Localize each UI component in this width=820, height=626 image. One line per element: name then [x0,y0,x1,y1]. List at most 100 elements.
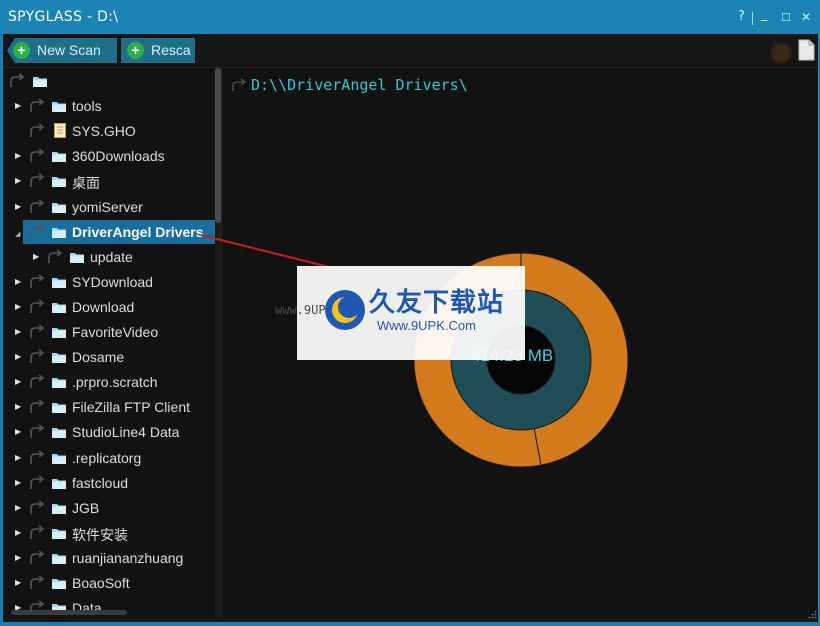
up-arrow-icon [10,73,25,87]
tree-item[interactable]: ▶ SYDownload [3,270,215,294]
expand-icon[interactable]: ▶ [15,527,25,539]
up-arrow-icon [30,550,45,564]
folder-tree[interactable]: ▶ tools SYS.GHO ▶ 360Downloads ▶ 桌面 ▶ yomiServer… [3,68,215,618]
up-arrow-icon [30,98,45,113]
up-arrow-icon [30,575,45,589]
client-area: + New Scan + Resca ▶ tools SYS.GHO ▶ 360Down… [3,34,818,622]
tree-horizontal-scrollbar[interactable] [11,610,127,615]
folder-icon [52,328,66,338]
tree-item[interactable]: ▶ update [3,245,215,269]
tree-item[interactable]: ▶ 软件安装 [3,521,215,545]
expand-icon[interactable]: ▶ [15,376,25,388]
tree-item-label: Dosame [72,349,125,366]
up-arrow-icon [30,474,45,489]
tree-item[interactable]: ▶ Download [3,295,215,319]
folder-icon [52,503,66,514]
expand-icon[interactable]: ▶ [15,326,25,338]
tree-item-label: .prpro.scratch [72,374,158,391]
expand-icon[interactable]: ▶ [15,201,25,213]
minimize-button[interactable]: _ [761,7,768,22]
close-button[interactable]: ✕ [801,10,811,24]
tree-item[interactable]: ▶ FileZilla FTP Client [3,395,215,419]
folder-icon [52,277,66,288]
new-scan-label: New Scan [37,42,101,58]
plus-icon: + [127,42,144,59]
expand-icon[interactable]: ▶ [15,351,25,363]
status-strip [3,617,818,622]
resize-grip-icon[interactable] [808,610,817,619]
expand-icon[interactable]: ▶ [15,100,25,112]
window-title: SPYGLASS - D:\ [8,9,119,25]
tree-item-label: tools [72,98,102,115]
pane-splitter[interactable] [221,68,222,622]
expand-icon[interactable]: ▶ [15,577,25,589]
tree-item[interactable]: ▶ JGB [3,496,215,520]
folder-icon [52,353,66,364]
expand-icon[interactable]: ▶ [15,477,25,489]
tree-root[interactable] [3,69,215,93]
folder-icon [70,252,84,263]
tree-item[interactable]: SYS.GHO [3,119,215,143]
tree-item-label: Download [72,298,135,315]
watermark-title: 久友下载站 [369,288,505,318]
tree-item[interactable]: ▶ fastcloud [3,471,215,495]
expand-icon[interactable]: ▶ [15,426,25,438]
rescan-label: Resca [151,42,191,58]
up-arrow-icon [48,249,63,263]
up-arrow-icon [30,223,45,238]
plus-icon: + [13,42,30,59]
up-arrow-icon [30,299,45,313]
new-scan-button[interactable]: + New Scan [7,38,117,63]
tree-item[interactable]: ▶ BoaoSoft [3,571,215,595]
up-arrow-icon [30,324,45,338]
tree-item-label: 软件安装 [72,526,128,543]
folder-icon [52,453,66,464]
tree-item-label: 360Downloads [72,148,165,165]
tree-item[interactable]: ▶ FavoriteVideo [3,320,215,344]
expand-icon[interactable]: ▶ [15,401,25,413]
tree-item-label: ruanjiananzhuang [72,549,184,566]
up-arrow-icon [30,198,45,213]
expand-icon[interactable]: ▶ [15,502,25,514]
tree-item[interactable]: ▶ StudioLine4 Data [3,420,215,444]
collapse-icon[interactable]: ◢ [15,229,25,241]
folder-icon [52,302,66,313]
expand-icon[interactable]: ▶ [15,452,25,464]
tree-item[interactable]: ▶ Dosame [3,345,215,369]
title-bar[interactable]: SPYGLASS - D:\ ? _ ☐ ✕ [0,0,820,34]
maximize-button[interactable]: ☐ [781,11,791,24]
folder-icon [52,177,66,188]
watermark: www.9UPK.com 久友下载站 Www.9UPK.Com [275,266,525,360]
expand-icon[interactable]: ▶ [15,175,25,187]
expand-icon[interactable]: ▶ [15,276,25,288]
document-icon[interactable] [797,39,815,61]
tree-item[interactable]: ▶ .replicatorg [3,446,215,470]
folder-icon [52,428,66,439]
tree-item-label: FileZilla FTP Client [72,399,190,416]
help-button[interactable]: ? [738,9,745,24]
tree-item[interactable]: ▶ yomiServer [3,195,215,219]
up-arrow-icon [30,525,45,539]
tree-item[interactable]: ▶ .prpro.scratch [3,370,215,394]
tree-item[interactable]: ▶ 桌面 [3,169,215,193]
up-arrow-icon [232,78,247,91]
up-arrow-icon [30,148,45,163]
expand-icon[interactable]: ▶ [15,552,25,564]
expand-icon[interactable]: ▶ [15,150,25,162]
rescan-button[interactable]: + Resca [121,38,195,63]
expand-icon[interactable]: ▶ [33,251,43,263]
up-arrow-icon [30,399,45,414]
tree-item[interactable]: ▶ 360Downloads [3,144,215,168]
tree-item[interactable]: ◢ DriverAngel Drivers [3,219,215,244]
up-arrow-icon [30,274,45,288]
tree-item-label: .replicatorg [72,449,142,466]
tree-item[interactable]: ▶ tools [3,94,215,118]
up-arrow-icon [30,123,45,138]
expand-icon[interactable]: ▶ [15,301,25,313]
up-arrow-icon [30,449,45,464]
tree-item[interactable]: ▶ ruanjiananzhuang [3,546,215,570]
folder-icon [33,77,47,87]
file-icon [54,123,66,139]
circle-icon[interactable] [770,42,792,64]
tree-item-label: update [90,248,133,265]
